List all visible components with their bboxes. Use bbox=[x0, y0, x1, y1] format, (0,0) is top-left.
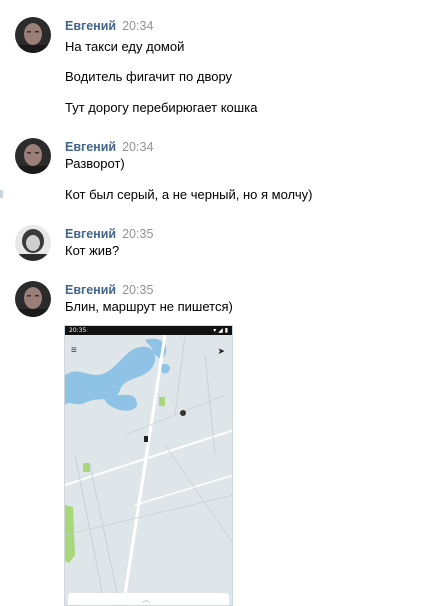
message-header: Евгений 20:34 bbox=[65, 140, 153, 154]
message-text: На такси еду домой bbox=[65, 39, 185, 54]
status-icons: ▾ ◢ ▮ bbox=[213, 327, 228, 334]
avatar[interactable] bbox=[15, 17, 51, 53]
map-marker bbox=[180, 410, 186, 416]
message-text: Блин, маршрут не пишется) bbox=[65, 299, 233, 314]
car-marker bbox=[144, 436, 148, 442]
message-header: Евгений 20:35 bbox=[65, 227, 153, 241]
message-header: Евгений 20:34 bbox=[65, 19, 153, 33]
message-text: Водитель фигачит по двору bbox=[65, 69, 233, 84]
author-name[interactable]: Евгений bbox=[65, 19, 116, 33]
attached-screenshot[interactable]: 20:35 ▾ ◢ ▮ ≡ ➤ ︿ bbox=[64, 325, 233, 606]
message-text: Кот жив? bbox=[65, 243, 120, 258]
message-time[interactable]: 20:34 bbox=[122, 19, 153, 33]
hamburger-menu-icon[interactable]: ≡ bbox=[71, 346, 81, 356]
author-name[interactable]: Евгений bbox=[65, 140, 116, 154]
author-name[interactable]: Евгений bbox=[65, 283, 116, 297]
message-time[interactable]: 20:34 bbox=[122, 140, 153, 154]
message-text: Тут дорогу перебирюгает кошка bbox=[65, 100, 258, 115]
status-clock: 20:35 bbox=[69, 327, 87, 334]
navigation-arrow-icon[interactable]: ➤ bbox=[217, 346, 225, 357]
avatar[interactable] bbox=[15, 138, 51, 174]
avatar[interactable] bbox=[15, 225, 51, 261]
avatar[interactable] bbox=[15, 281, 51, 317]
chevron-up-icon[interactable]: ︿ bbox=[142, 594, 150, 605]
phone-status-bar: 20:35 ▾ ◢ ▮ bbox=[65, 326, 232, 335]
message-group: Евгений 20:34 На такси еду домой Водитель… bbox=[0, 17, 433, 127]
avatar-photo bbox=[15, 281, 51, 317]
message-header: Евгений 20:35 bbox=[65, 283, 153, 297]
avatar-photo bbox=[15, 225, 51, 261]
avatar-photo bbox=[15, 138, 51, 174]
message-text: Кот был серый, а не черный, но я молчу) bbox=[65, 187, 313, 202]
author-name[interactable]: Евгений bbox=[65, 227, 116, 241]
message-text: Разворот) bbox=[65, 156, 125, 171]
map-view bbox=[65, 335, 232, 605]
avatar-photo bbox=[15, 17, 51, 53]
message-group: Евгений 20:35 Кот жив? bbox=[0, 225, 433, 265]
message-time[interactable]: 20:35 bbox=[122, 227, 153, 241]
park bbox=[159, 397, 165, 406]
chat-history: Евгений 20:34 На такси еду домой Водитель… bbox=[0, 0, 433, 606]
unread-marker bbox=[0, 190, 3, 198]
message-time[interactable]: 20:35 bbox=[122, 283, 153, 297]
bottom-panel[interactable]: ︿ bbox=[68, 593, 229, 605]
message-group: Евгений 20:34 Разворот) Кот был серый, а … bbox=[0, 138, 433, 208]
